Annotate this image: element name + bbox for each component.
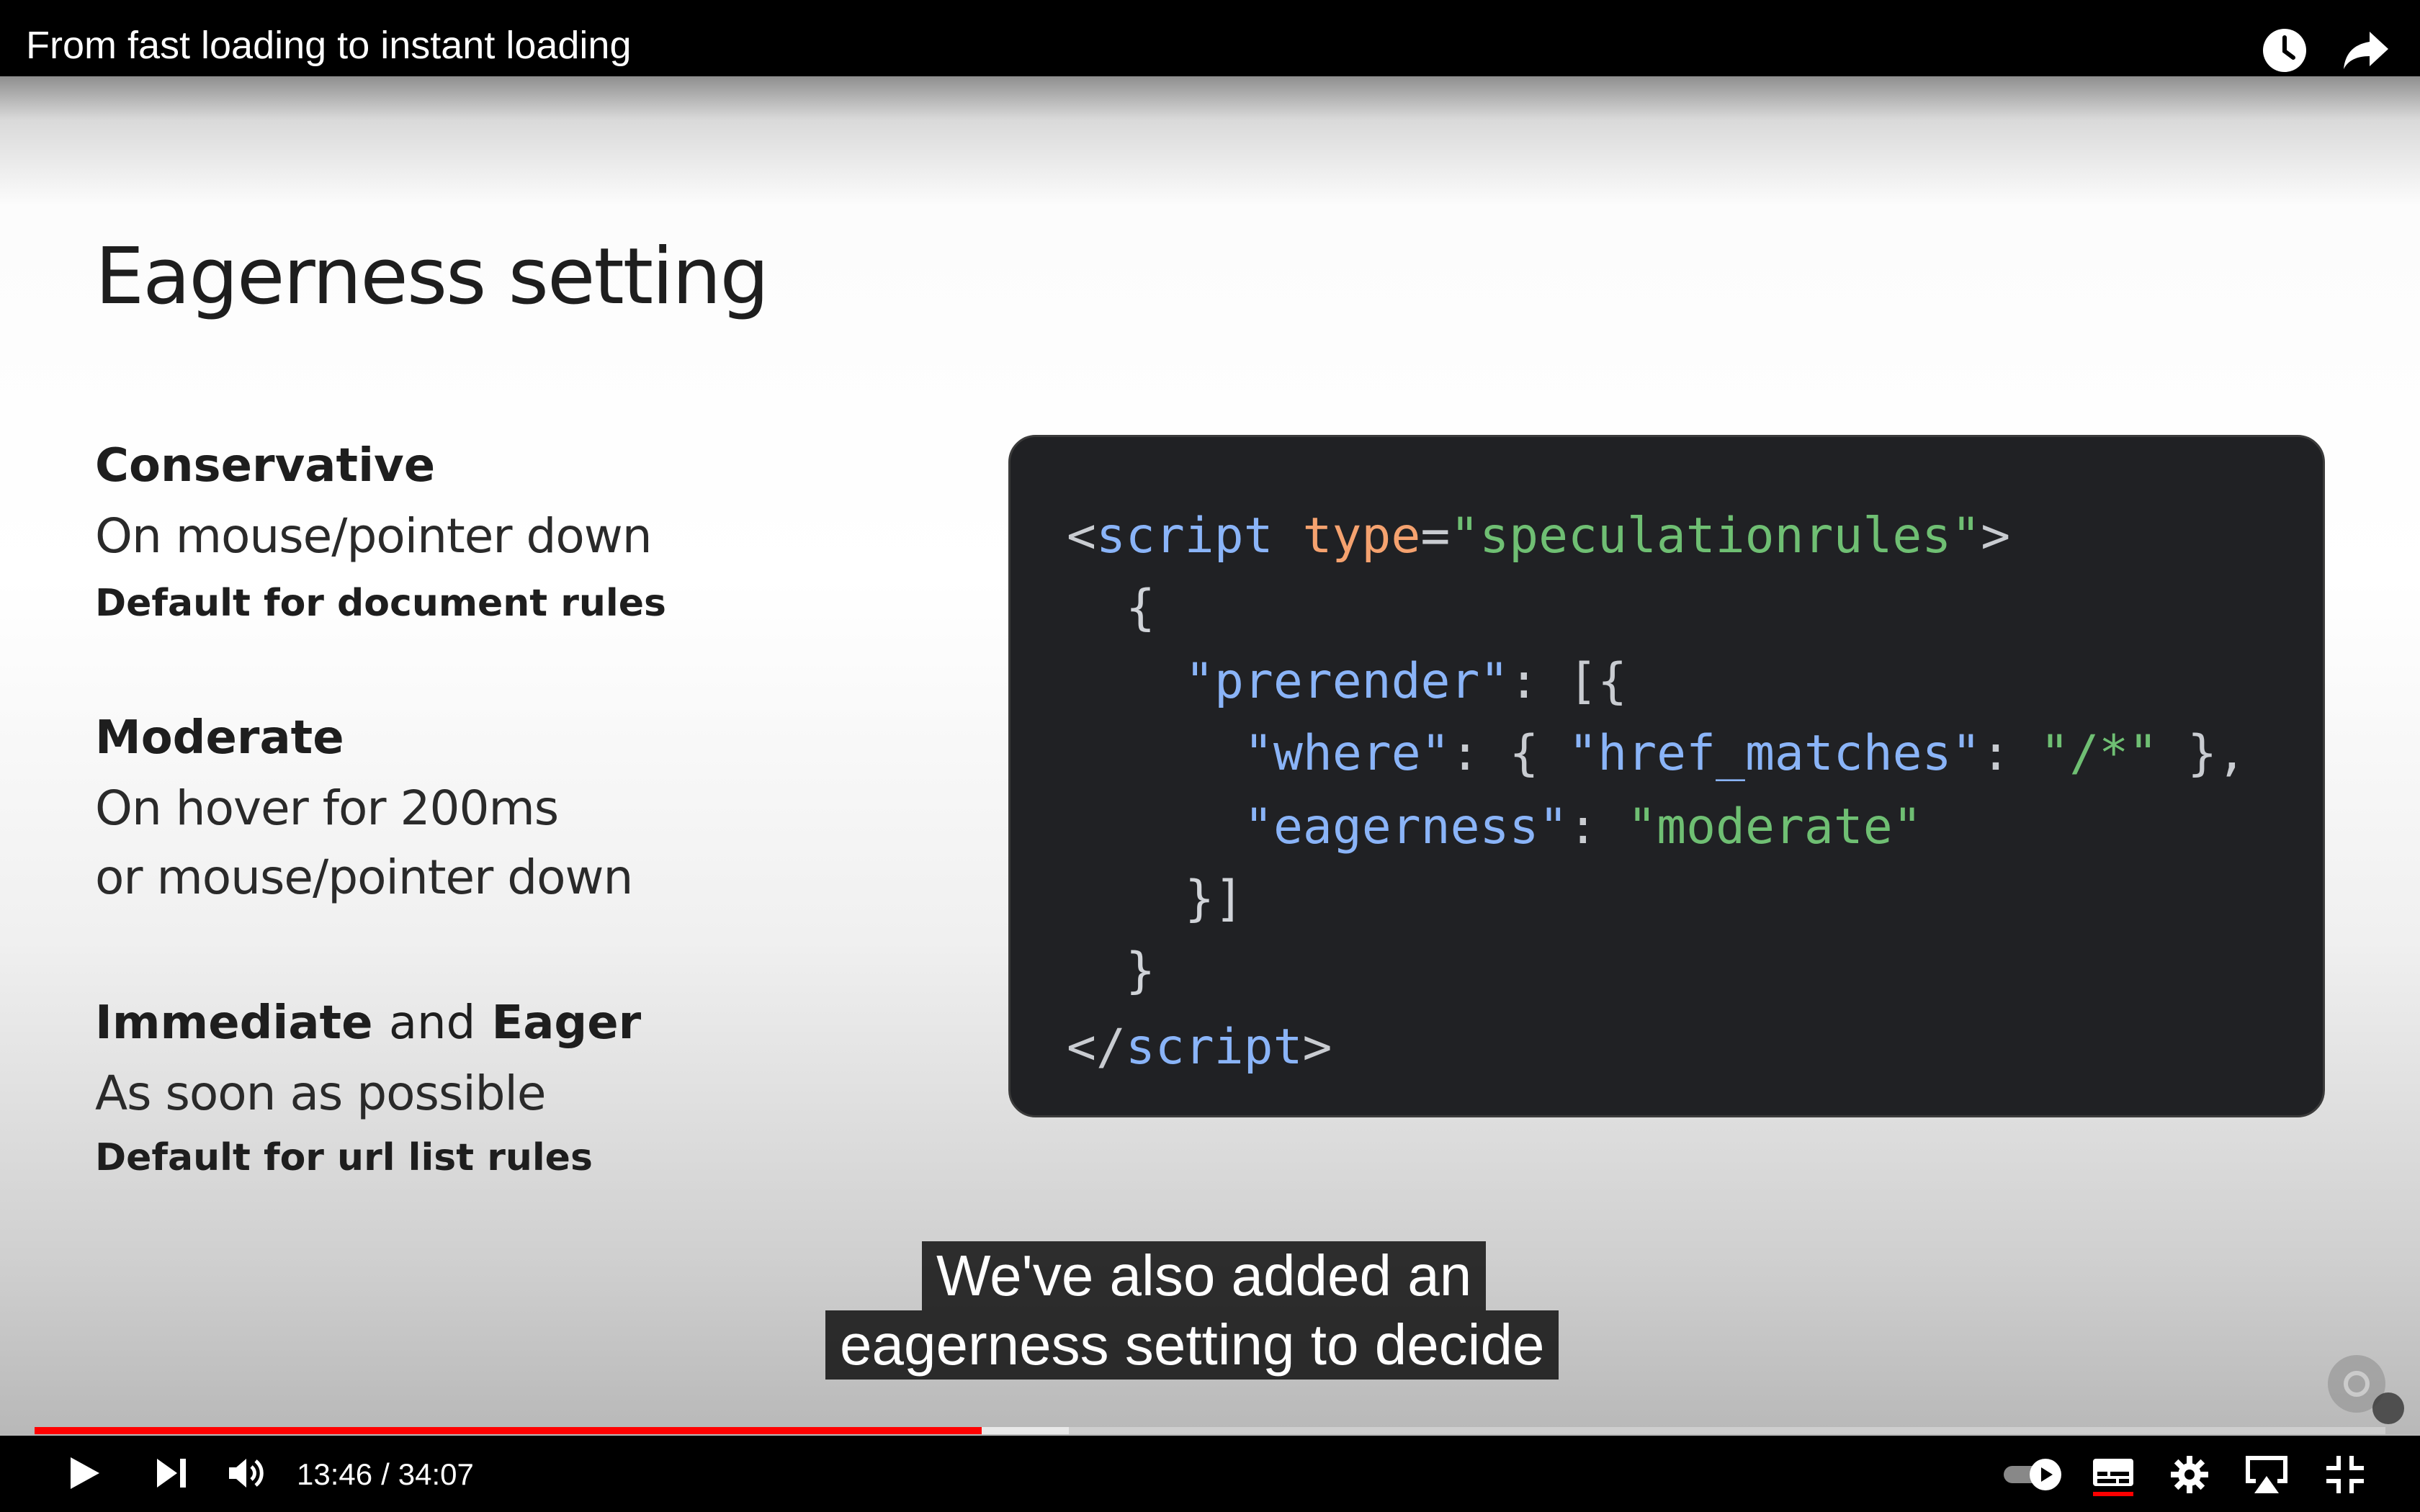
code-token: }, xyxy=(2158,725,2246,782)
video-title[interactable]: From fast loading to instant loading xyxy=(26,23,631,68)
subtitles-button[interactable] xyxy=(2092,1454,2135,1501)
time-separator: / xyxy=(381,1457,390,1491)
code-token: "moderate" xyxy=(1627,798,1922,855)
section-line-immediate: As soon as possible xyxy=(95,1066,546,1121)
code-token: : xyxy=(1981,725,2040,782)
code-token: : xyxy=(1568,798,1628,855)
code-token: : [{ xyxy=(1509,653,1628,710)
code-token: "prerender" xyxy=(1185,653,1510,710)
clock-icon xyxy=(2263,29,2306,72)
top-bar: From fast loading to instant loading xyxy=(0,0,2420,76)
code-line-3: "prerender": [{ xyxy=(1185,653,1627,710)
airplay-button[interactable] xyxy=(2243,1453,2290,1500)
caption-line-1: We've also added an xyxy=(922,1241,1487,1310)
code-panel: <script type="speculationrules"> { "prer… xyxy=(1008,435,2325,1117)
exit-fullscreen-icon xyxy=(2326,1456,2364,1493)
section-line-moderate-2: or mouse/pointer down xyxy=(95,850,633,905)
code-token: script xyxy=(1095,508,1273,564)
share-icon xyxy=(2344,32,2388,69)
lens-icon[interactable] xyxy=(2372,1392,2404,1424)
next-button[interactable] xyxy=(154,1456,190,1494)
caption-line-2: eagerness setting to decide xyxy=(825,1310,1559,1380)
code-token: script xyxy=(1125,1019,1303,1076)
section-note-immediate: Default for url list rules xyxy=(95,1136,593,1179)
code-line-1: <script type="speculationrules"> xyxy=(1067,508,2010,564)
code-token: > xyxy=(1302,1019,1332,1076)
heading-eager: Eager xyxy=(491,996,642,1050)
code-token: type xyxy=(1302,508,1421,564)
heading-immediate: Immediate xyxy=(95,996,373,1050)
code-token: : { xyxy=(1450,725,1569,782)
exit-fullscreen-button[interactable] xyxy=(2325,1454,2365,1498)
section-heading-moderate: Moderate xyxy=(95,711,344,765)
code-token: < xyxy=(1067,508,1096,564)
code-line-5: "eagerness": "moderate" xyxy=(1244,798,1922,855)
progress-bar[interactable] xyxy=(35,1427,2385,1434)
code-line-8: </script> xyxy=(1067,1019,1332,1076)
section-heading-immediate-eager: Immediate and Eager xyxy=(95,996,641,1050)
time-display: 13:46/34:07 xyxy=(297,1457,474,1492)
settings-icon xyxy=(2171,1456,2208,1493)
volume-icon xyxy=(229,1459,264,1488)
autoplay-toggle[interactable] xyxy=(2002,1457,2064,1495)
play-button[interactable] xyxy=(63,1453,104,1497)
section-heading-conservative: Conservative xyxy=(95,439,436,492)
section-line-moderate-1: On hover for 200ms xyxy=(95,780,559,836)
heading-and: and xyxy=(388,996,476,1050)
code-line-2: { xyxy=(1126,580,1155,636)
next-icon xyxy=(157,1459,186,1488)
current-time: 13:46 xyxy=(297,1457,373,1491)
play-icon xyxy=(71,1457,99,1489)
section-line-conservative: On mouse/pointer down xyxy=(95,508,653,564)
code-line-4: "where": { "href_matches": "/*" }, xyxy=(1244,725,2246,782)
code-token: "href_matches" xyxy=(1568,725,1981,782)
code-line-7: } xyxy=(1126,942,1155,999)
section-note-conservative: Default for document rules xyxy=(95,582,666,625)
slide-title: Eagerness setting xyxy=(95,232,769,322)
code-line-6: }] xyxy=(1185,870,1244,927)
chrome-logo-inner xyxy=(2344,1371,2370,1397)
share-button[interactable] xyxy=(2341,29,2391,72)
autoplay-toggle-icon xyxy=(2004,1459,2061,1490)
code-token: = xyxy=(1420,508,1451,564)
code-token: </ xyxy=(1067,1019,1126,1076)
volume-button[interactable] xyxy=(228,1456,266,1494)
progress-played xyxy=(35,1427,982,1434)
settings-button[interactable] xyxy=(2169,1454,2210,1498)
duration: 34:07 xyxy=(398,1457,474,1491)
code-token: > xyxy=(1981,508,2011,564)
code-token: "/*" xyxy=(2040,725,2159,782)
code-token: "where" xyxy=(1244,725,1451,782)
code-token: "speculationrules" xyxy=(1450,508,1981,564)
code-token: "eagerness" xyxy=(1244,798,1569,855)
subtitles-icon xyxy=(2093,1459,2133,1496)
watch-later-button[interactable] xyxy=(2262,27,2308,73)
airplay-icon xyxy=(2246,1456,2287,1493)
